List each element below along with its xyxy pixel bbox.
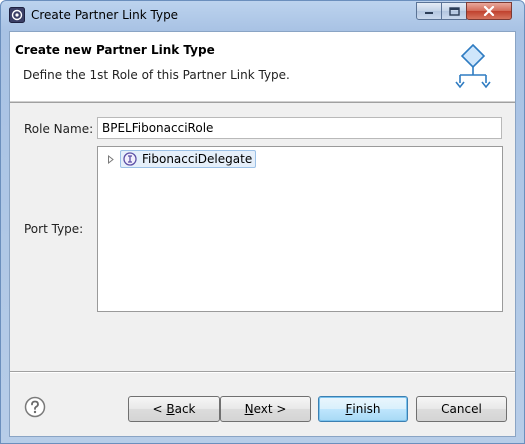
dialog-window: Create Partner Link Type Create new Part… xyxy=(0,0,525,444)
finish-button-rest: inish xyxy=(352,402,381,416)
banner-separator xyxy=(10,102,515,103)
maximize-icon xyxy=(448,6,460,16)
tree-node-label: FibonacciDelegate xyxy=(142,152,253,166)
window-title: Create Partner Link Type xyxy=(31,8,179,22)
close-button[interactable] xyxy=(466,2,512,20)
title-bar[interactable]: Create Partner Link Type xyxy=(1,1,524,29)
help-icon[interactable] xyxy=(24,396,46,418)
eclipse-app-icon xyxy=(9,7,25,23)
cancel-button[interactable]: Cancel xyxy=(416,396,507,422)
back-button-rest: ack xyxy=(174,402,196,416)
role-name-input[interactable] xyxy=(97,117,502,139)
banner-description: Define the 1st Role of this Partner Link… xyxy=(23,68,290,82)
back-button-prefix: < xyxy=(152,402,167,416)
interface-icon xyxy=(123,152,137,166)
next-button[interactable]: Next > xyxy=(220,396,311,422)
button-bar-separator xyxy=(10,371,515,373)
dialog-client-area: Create new Partner Link Type Define the … xyxy=(9,31,516,437)
triangle-right-icon xyxy=(108,154,114,164)
back-button[interactable]: < Back xyxy=(128,396,220,422)
partner-link-type-wizard-icon xyxy=(455,43,491,89)
tree-row[interactable]: FibonacciDelegate xyxy=(106,150,257,168)
expand-arrow-icon[interactable] xyxy=(106,154,116,164)
port-type-label: Port Type: xyxy=(24,222,84,236)
port-type-tree[interactable]: FibonacciDelegate xyxy=(97,146,503,312)
banner-title: Create new Partner Link Type xyxy=(15,43,215,57)
role-name-label: Role Name: xyxy=(24,122,94,136)
finish-button[interactable]: Finish xyxy=(318,396,408,422)
next-mnemonic: N xyxy=(244,402,254,416)
maximize-button[interactable] xyxy=(441,2,467,20)
next-button-rest: ext > xyxy=(253,402,287,416)
finish-mnemonic: F xyxy=(345,402,353,416)
close-icon xyxy=(483,6,495,16)
wizard-banner: Create new Partner Link Type Define the … xyxy=(10,32,515,102)
back-mnemonic: B xyxy=(166,402,175,416)
tree-node-selected[interactable]: FibonacciDelegate xyxy=(120,150,257,168)
minimize-button[interactable] xyxy=(416,2,442,20)
minimize-icon xyxy=(425,12,433,14)
